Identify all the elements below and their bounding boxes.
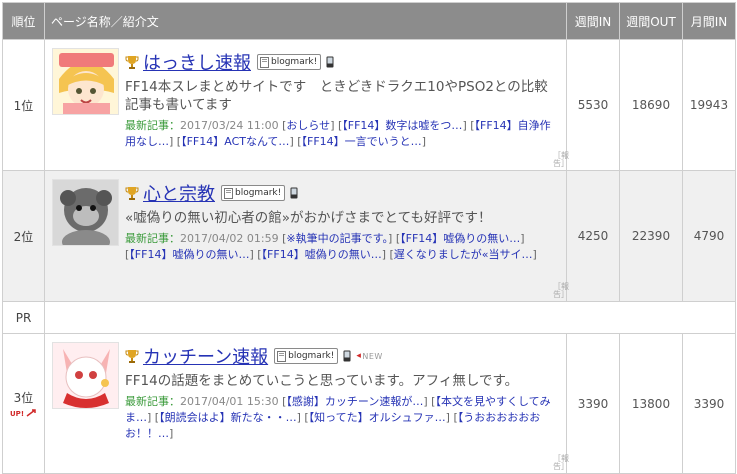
site-description: FF14本スレまとめサイトです ときどきドラクエ10やPSO2との比較記事も書い…	[125, 79, 548, 113]
article-link[interactable]: 【FF14】嘘偽りの無い…	[129, 248, 249, 261]
bookmark-icon	[260, 56, 269, 68]
pr-row: PR	[2, 301, 736, 334]
blogmark-badge[interactable]: blogmark!	[257, 54, 322, 70]
mobile-icon	[326, 56, 334, 68]
rank-cell: 2位	[2, 170, 45, 302]
trophy-icon	[125, 56, 139, 69]
latest-label: 最新記事：	[125, 119, 180, 132]
latest-articles: 最新記事：2017/04/01 15:30 [【感謝】カッチーン速報が…] [【…	[125, 395, 551, 440]
svg-text:UP!: UP!	[10, 410, 24, 418]
article-link[interactable]: おしらせ	[286, 119, 330, 132]
latest-date: 2017/04/02 01:59	[180, 232, 279, 245]
article-link[interactable]: 【朗読会はよ】新たな・・…	[159, 411, 297, 424]
header-month-in[interactable]: 月間IN	[682, 2, 736, 40]
site-thumbnail[interactable]	[52, 342, 119, 409]
latest-articles: 最新記事：2017/04/02 01:59 [※執筆中の記事です。] [【FF1…	[125, 232, 537, 261]
report-link[interactable]: ［報告］	[553, 283, 569, 299]
article-link[interactable]: 【感謝】カッチーン速報が…	[286, 395, 423, 408]
header-rank[interactable]: 順位	[2, 2, 45, 40]
month-in-value: 3390	[682, 333, 736, 474]
article-link[interactable]: 【知ってた】オルシュファ…	[309, 411, 446, 424]
latest-label: 最新記事：	[125, 395, 180, 408]
month-in-value: 19943	[682, 39, 736, 171]
site-cell: はっきし速報 blogmark! FF14本スレまとめサイトです ときどきドラク…	[44, 39, 569, 171]
week-out-value: 18690	[619, 39, 683, 171]
site-thumbnail[interactable]	[52, 179, 119, 246]
article-link[interactable]: 【FF14】数字は嘘をつ…	[342, 119, 462, 132]
table-row: 2位 心と宗教 blogmark! «嘘偽りの無い初心者の館»がおかげさまでとて…	[2, 170, 736, 302]
bookmark-icon	[277, 350, 287, 362]
article-link[interactable]: 【FF14】嘘偽りの無い…	[262, 248, 382, 261]
latest-date: 2017/04/01 15:30	[180, 395, 279, 408]
table-row: 1位 はっきし速報 blogmark! FF14本スレまとめサイトです ときどき…	[2, 39, 736, 171]
site-title-link[interactable]: カッチーン速報	[143, 343, 268, 369]
week-in-value: 3390	[566, 333, 620, 474]
header-name: ページ名称／紹介文	[44, 2, 567, 40]
rank-label: 1位	[13, 98, 34, 113]
trophy-icon	[125, 187, 139, 200]
latest-label: 最新記事：	[125, 232, 180, 245]
site-cell: カッチーン速報 blogmark! ◂ NEW FF14の話題をまとめていこうと…	[44, 333, 569, 474]
week-in-value: 5530	[566, 39, 620, 171]
header-week-in[interactable]: 週間IN	[566, 2, 620, 40]
week-out-value: 13800	[619, 333, 683, 474]
arrow-left-icon: ◂	[356, 351, 362, 361]
rank-up-icon: UP!	[10, 409, 36, 418]
table-header-row: 順位 ページ名称／紹介文 週間IN 週間OUT 月間IN	[2, 2, 736, 40]
blogmark-badge[interactable]: blogmark!	[274, 348, 339, 364]
blogmark-label: blogmark!	[271, 57, 318, 67]
rank-cell: 1位	[2, 39, 45, 171]
latest-date: 2017/03/24 11:00	[180, 119, 279, 132]
mobile-icon	[290, 187, 298, 199]
article-link[interactable]: 【FF14】一言でいうと…	[302, 135, 422, 148]
rank-cell: 3位 UP!	[2, 333, 45, 474]
header-week-out[interactable]: 週間OUT	[619, 2, 683, 40]
report-link[interactable]: ［報告］	[553, 152, 569, 168]
blogmark-label: blogmark!	[235, 188, 282, 198]
blogmark-label: blogmark!	[288, 351, 335, 361]
blogmark-badge[interactable]: blogmark!	[221, 185, 286, 201]
month-in-value: 4790	[682, 170, 736, 302]
latest-articles: 最新記事：2017/03/24 11:00 [おしらせ] [【FF14】数字は嘘…	[125, 119, 551, 148]
article-link[interactable]: 【FF14】ACTなんて…	[181, 135, 289, 148]
week-out-value: 22390	[619, 170, 683, 302]
article-link[interactable]: 【FF14】嘘偽りの無い…	[400, 232, 520, 245]
article-link[interactable]: 遅くなりましたが«当サイ…	[394, 248, 533, 261]
new-label: NEW	[362, 351, 383, 361]
ranking-table: 順位 ページ名称／紹介文 週間IN 週間OUT 月間IN 1位 はっきし速報 b…	[2, 2, 736, 474]
report-link[interactable]: ［報告］	[553, 455, 569, 471]
pr-slot[interactable]	[44, 301, 736, 334]
mobile-icon	[343, 350, 351, 362]
table-row: 3位 UP! カッチーン速報 blogmark! ◂ NEW FF14の話題をま…	[2, 333, 736, 474]
trophy-icon	[125, 350, 139, 363]
article-link[interactable]: ※執筆中の記事です。	[286, 232, 388, 245]
rank-label: 2位	[13, 229, 34, 244]
site-title-link[interactable]: 心と宗教	[143, 180, 215, 206]
pr-label: PR	[2, 301, 45, 334]
site-description: FF14の話題をまとめていこうと思っています。アフィ無しです。	[125, 373, 519, 389]
new-badge: ◂ NEW	[356, 351, 382, 361]
site-description: «嘘偽りの無い初心者の館»がおかげさまでとても好評です！	[125, 210, 492, 226]
site-cell: 心と宗教 blogmark! «嘘偽りの無い初心者の館»がおかげさまでとても好評…	[44, 170, 569, 302]
site-thumbnail[interactable]	[52, 48, 119, 115]
week-in-value: 4250	[566, 170, 620, 302]
bookmark-icon	[224, 187, 233, 199]
rank-label: 3位	[13, 391, 34, 405]
site-title-link[interactable]: はっきし速報	[143, 49, 251, 75]
